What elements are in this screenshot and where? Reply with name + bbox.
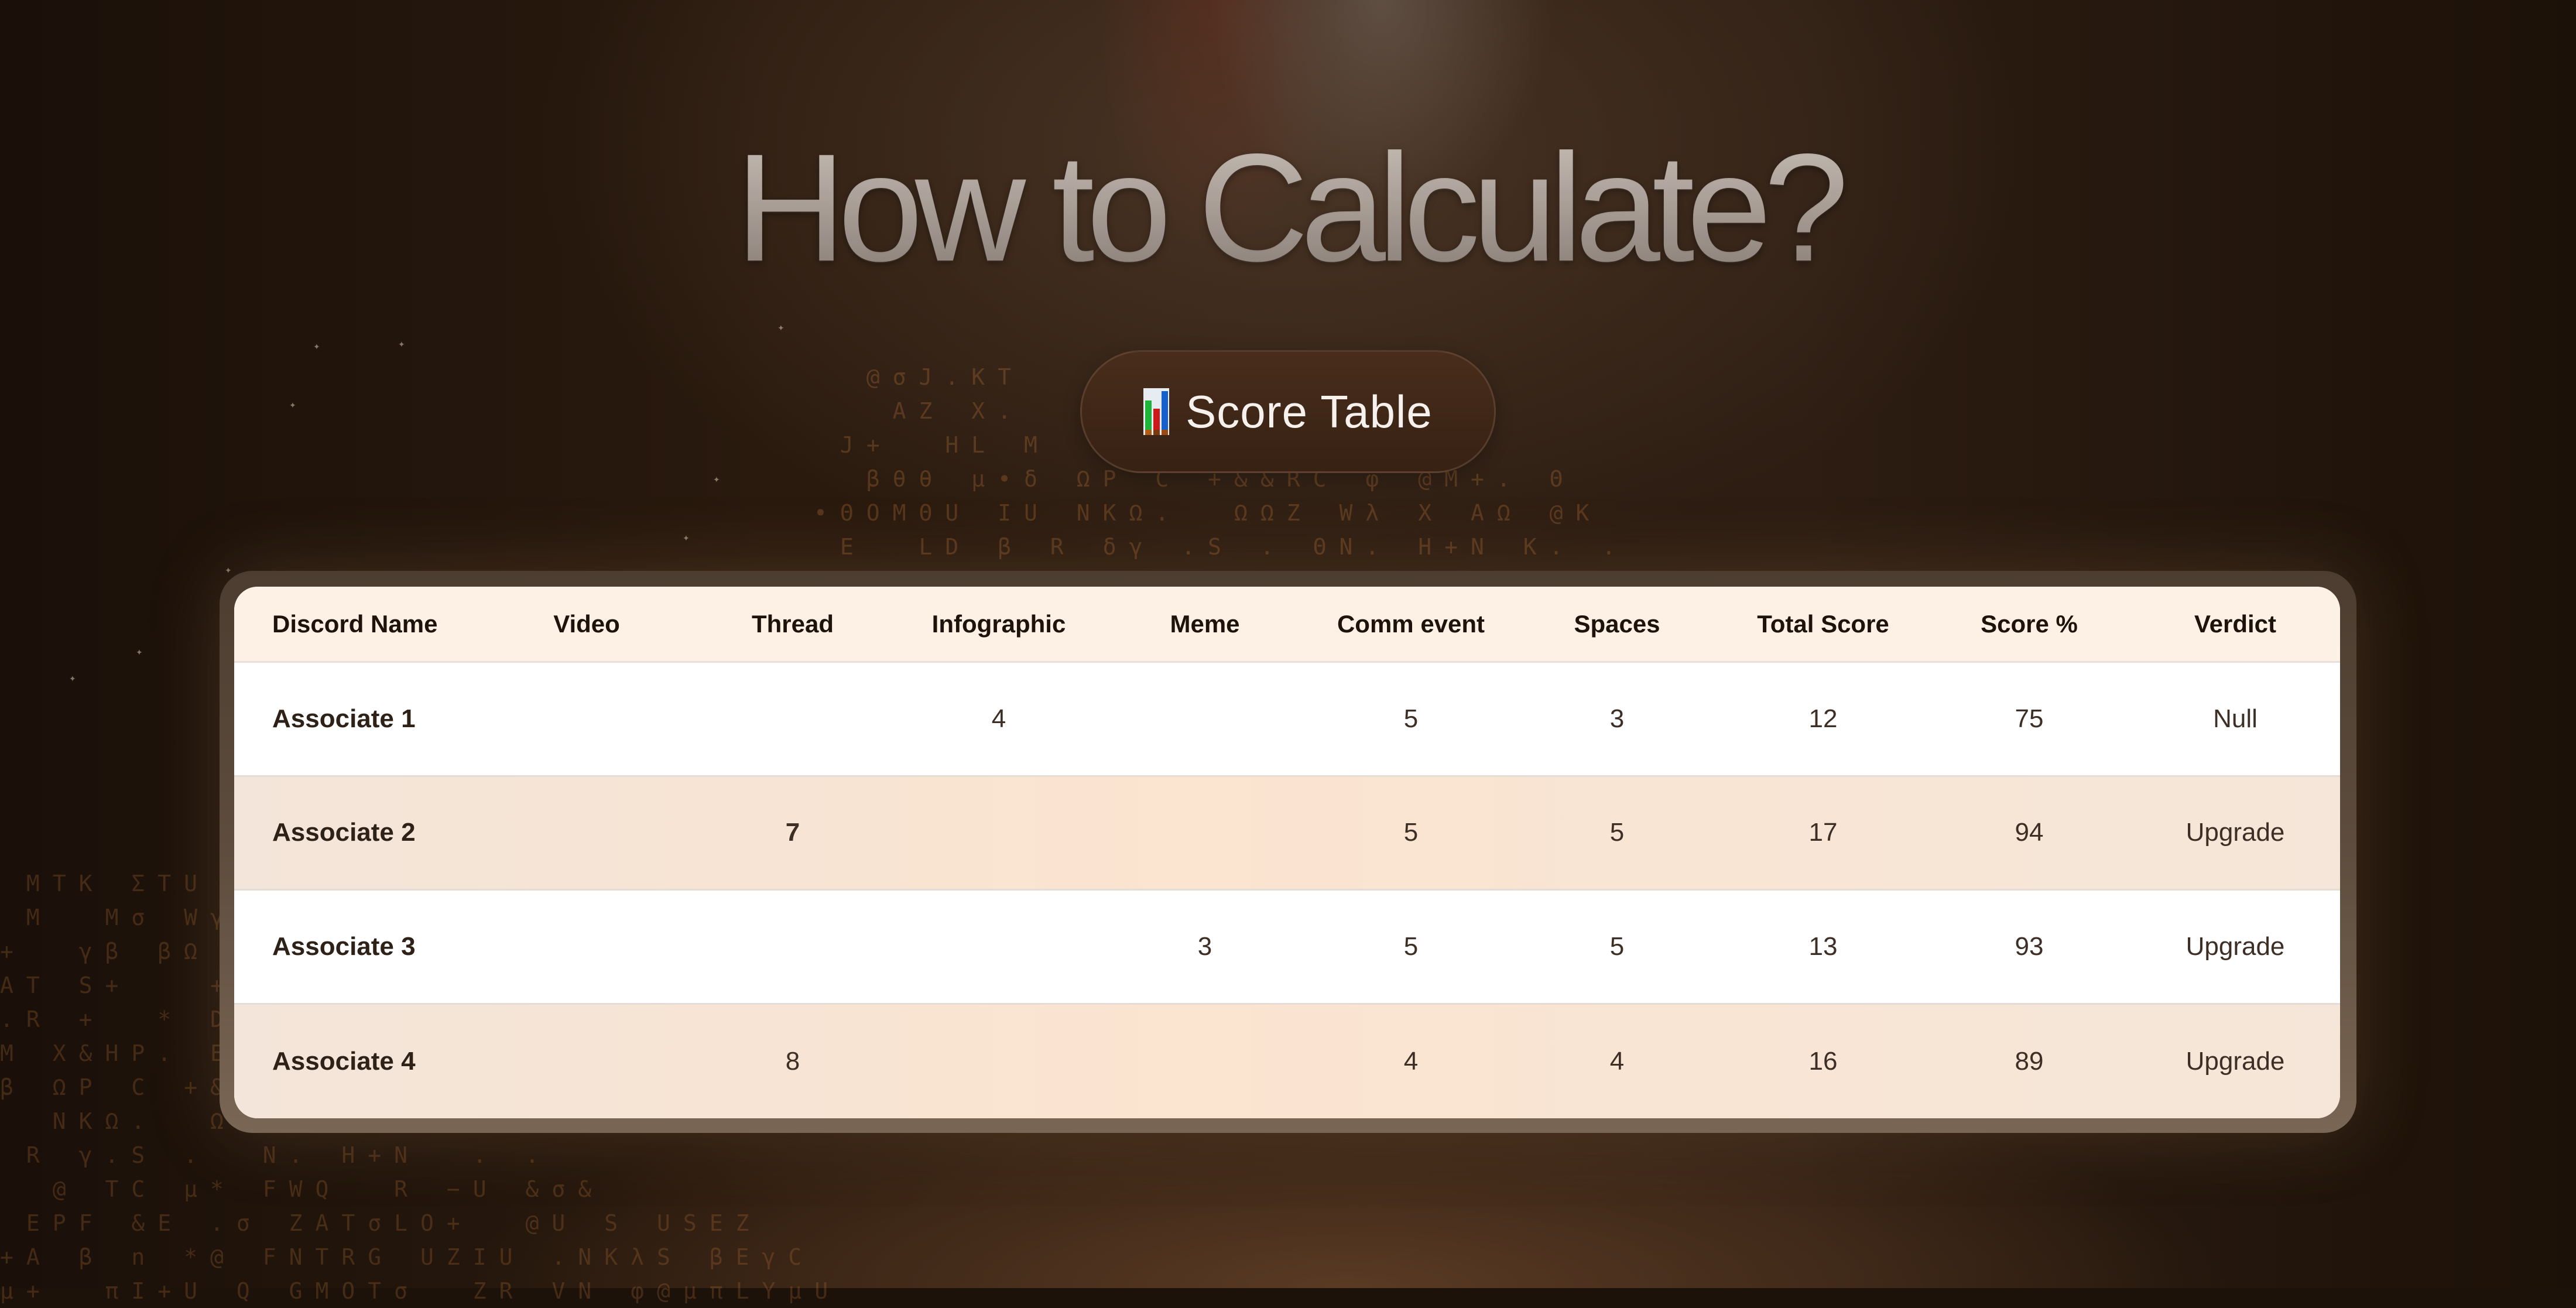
cell-infographic: 4 <box>991 704 1006 733</box>
table-row: Associate 4 8 4 4 16 89 Upgrade <box>234 1004 2340 1118</box>
cell-meme: 3 <box>1197 932 1212 961</box>
column-header-comm-event: Comm event <box>1337 610 1485 638</box>
cell-score-pct: 94 <box>2015 818 2044 847</box>
column-header-score-pct: Score % <box>1981 610 2078 638</box>
score-table: Discord Name Video Thread Infographic Me… <box>234 587 2340 1118</box>
cell-thread: 8 <box>785 1046 800 1076</box>
sparkle-icon: ✦ <box>313 342 320 351</box>
table-row: Associate 3 3 5 5 13 93 Upgrade <box>234 891 2340 1005</box>
page-title: How to Calculate? <box>0 120 2576 296</box>
cell-discord-name: Associate 1 <box>272 704 416 733</box>
cell-total-score: 12 <box>1808 704 1838 733</box>
sparkle-icon: ✦ <box>225 566 232 575</box>
cell-verdict: Null <box>2213 704 2258 733</box>
column-header-meme: Meme <box>1170 610 1240 638</box>
column-header-verdict: Verdict <box>2194 610 2277 638</box>
cell-score-pct: 93 <box>2015 932 2044 961</box>
score-table-pill[interactable]: Score Table <box>1080 350 1496 473</box>
cell-comm-event: 5 <box>1403 704 1419 733</box>
cell-score-pct: 89 <box>2015 1046 2044 1076</box>
table-row: Associate 2 7 5 5 17 94 Upgrade <box>234 776 2340 891</box>
cell-verdict: Upgrade <box>2186 1046 2285 1076</box>
column-header-spaces: Spaces <box>1574 610 1660 638</box>
sparkle-icon: ✦ <box>398 340 405 349</box>
sparkle-icon: ✦ <box>713 475 720 484</box>
cell-comm-event: 4 <box>1403 1046 1419 1076</box>
column-header-infographic: Infographic <box>931 610 1066 638</box>
cell-discord-name: Associate 4 <box>272 1046 416 1076</box>
sparkle-icon: ✦ <box>69 674 76 683</box>
column-header-thread: Thread <box>751 610 834 638</box>
cell-total-score: 13 <box>1808 932 1838 961</box>
cell-discord-name: Associate 2 <box>272 818 416 847</box>
cell-discord-name: Associate 3 <box>272 932 416 961</box>
cell-spaces: 5 <box>1609 818 1625 847</box>
pill-label: Score Table <box>1186 385 1433 437</box>
cell-score-pct: 75 <box>2015 704 2044 733</box>
cell-comm-event: 5 <box>1403 818 1419 847</box>
cell-comm-event: 5 <box>1403 932 1419 961</box>
bar-chart-icon <box>1143 388 1170 435</box>
table-header-row: Discord Name Video Thread Infographic Me… <box>234 587 2340 663</box>
cell-total-score: 17 <box>1808 818 1838 847</box>
column-header-total-score: Total Score <box>1757 610 1889 638</box>
cell-verdict: Upgrade <box>2186 932 2285 961</box>
cell-verdict: Upgrade <box>2186 818 2285 847</box>
sparkle-icon: ✦ <box>683 533 690 543</box>
cell-spaces: 4 <box>1609 1046 1625 1076</box>
cell-spaces: 3 <box>1609 704 1625 733</box>
table-row: Associate 1 4 5 3 12 75 Null <box>234 663 2340 777</box>
column-header-video: Video <box>553 610 620 638</box>
sparkle-icon: ✦ <box>289 400 296 410</box>
cell-thread: 7 <box>785 818 800 847</box>
sparkle-icon: ✦ <box>777 323 785 333</box>
cell-spaces: 5 <box>1609 932 1625 961</box>
cell-total-score: 16 <box>1808 1046 1838 1076</box>
sparkle-icon: ✦ <box>136 648 143 657</box>
column-header-discord-name: Discord Name <box>272 610 438 638</box>
